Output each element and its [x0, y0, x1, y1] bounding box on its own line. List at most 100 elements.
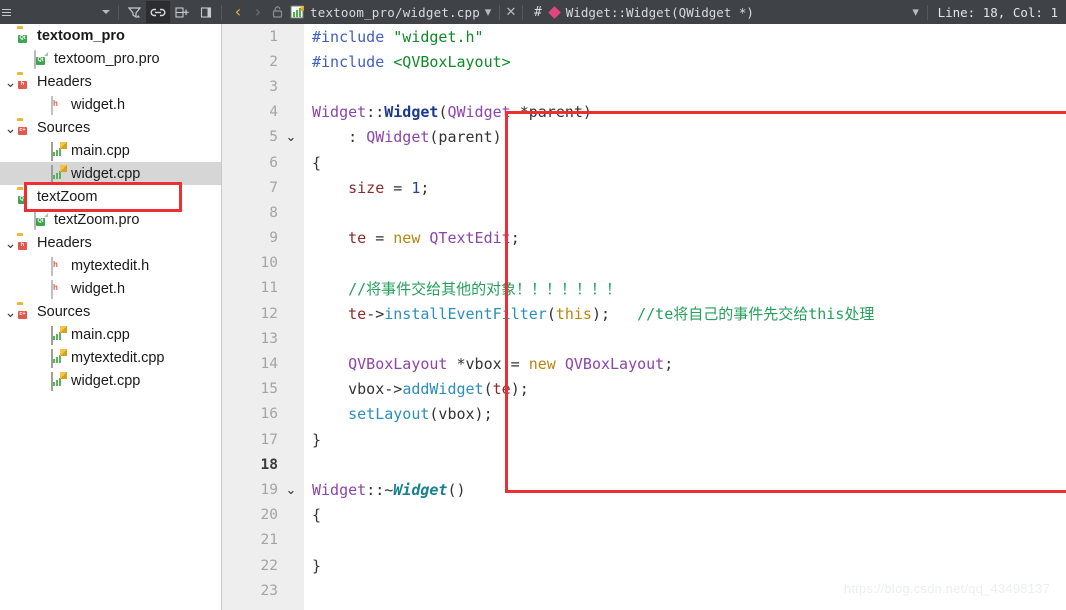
toolbar-divider-3: [498, 4, 500, 20]
tree-item[interactable]: main.cpp: [0, 139, 221, 162]
toolbar-divider-4: [521, 4, 523, 20]
code-line[interactable]: 17}: [222, 427, 1066, 452]
code-line[interactable]: 9 te = new QTextEdit;: [222, 226, 1066, 251]
tree-item-label: textZoom: [37, 188, 98, 205]
line-number: 17: [260, 431, 278, 448]
code-line[interactable]: 4 Widget::Widget(QWidget *parent): [222, 100, 1066, 125]
code-line[interactable]: 15 vbox->addWidget(te);: [222, 377, 1066, 402]
h-file-icon: h: [51, 96, 66, 115]
chevron-right-icon[interactable]: ›: [248, 0, 268, 24]
tree-item[interactable]: Qt textZoom.pro: [0, 208, 221, 231]
split-add-icon[interactable]: [170, 1, 194, 23]
tree-item-selected[interactable]: widget.cpp: [0, 162, 221, 185]
code-line[interactable]: 1 #include "widget.h": [222, 24, 1066, 49]
code-line[interactable]: 14 QVBoxLayout *vbox = new QVBoxLayout;: [222, 351, 1066, 376]
tree-item[interactable]: h mytextedit.h: [0, 254, 221, 277]
tree-item[interactable]: Qt textoom_pro: [0, 24, 221, 47]
code-text: te->installEventFilter(this); //te将自己的事件…: [348, 305, 875, 324]
line-number: 22: [260, 557, 278, 574]
code-line[interactable]: 10: [222, 251, 1066, 276]
tree-item[interactable]: mytextedit.cpp: [0, 346, 221, 369]
line-number: 4: [269, 104, 278, 121]
hamburger-icon[interactable]: [0, 0, 14, 24]
code-line[interactable]: 21: [222, 528, 1066, 553]
code-line[interactable]: 6{: [222, 150, 1066, 175]
code-text: //将事件交给其他的对象！！！！！！！: [312, 279, 622, 298]
toolbar-divider: [118, 4, 119, 20]
tree-item-label: widget.cpp: [71, 165, 141, 182]
line-number: 13: [260, 330, 278, 347]
tree-item[interactable]: ⌄ h Headers: [0, 70, 221, 93]
tree-item[interactable]: Qt textoom_pro.pro: [0, 47, 221, 70]
chevron-down-icon[interactable]: ⌄: [4, 231, 17, 254]
close-panel-icon[interactable]: [194, 1, 218, 23]
code-line[interactable]: 18: [222, 452, 1066, 477]
tree-item[interactable]: ⌄ c+ Sources: [0, 300, 221, 323]
fold-chevron-down-icon[interactable]: ⌄: [278, 483, 304, 496]
code-editor[interactable]: 1 #include "widget.h" 2 #include <QVBoxLayo…: [222, 24, 1066, 610]
line-number: 10: [260, 255, 278, 272]
code-line[interactable]: 5 ⌄ : QWidget(parent): [222, 125, 1066, 150]
code-line[interactable]: 8: [222, 200, 1066, 225]
code-line[interactable]: 7 size = 1;: [222, 175, 1066, 200]
line-number: 14: [260, 356, 278, 373]
chevron-down-icon[interactable]: ⌄: [4, 116, 17, 139]
line-number: 11: [260, 280, 278, 297]
tree-item-label: Headers: [37, 234, 92, 251]
unlocked-icon[interactable]: [268, 0, 288, 24]
tree-item[interactable]: main.cpp: [0, 323, 221, 346]
line-number: 12: [260, 305, 278, 322]
code-line[interactable]: 13: [222, 326, 1066, 351]
code-line[interactable]: 2 #include <QVBoxLayout>: [222, 49, 1066, 74]
symbol-chevron-down-icon[interactable]: ▾: [908, 0, 924, 24]
code-line[interactable]: 12 te->installEventFilter(this); //te将自己…: [222, 301, 1066, 326]
code-line[interactable]: 22}: [222, 553, 1066, 578]
tree-item-label: Sources: [37, 303, 91, 320]
code-text: size = 1;: [348, 178, 430, 197]
chevron-left-icon[interactable]: ‹: [228, 0, 248, 24]
cpp-file-icon: [290, 5, 305, 20]
qt-project-folder-icon: Qt: [18, 196, 27, 204]
close-icon[interactable]: ✕: [503, 0, 519, 24]
chevron-down-icon[interactable]: [97, 0, 115, 24]
tree-item-label: main.cpp: [71, 326, 130, 343]
code-text: {: [312, 153, 322, 172]
tree-item-label: mytextedit.cpp: [71, 349, 165, 366]
tree-item[interactable]: Qt textZoom: [0, 185, 221, 208]
tree-item[interactable]: h widget.h: [0, 93, 221, 116]
fold-chevron-down-icon[interactable]: ⌄: [278, 130, 304, 143]
cursor-position-label: Line: 18, Col: 1: [937, 4, 1058, 20]
cpp-file-icon: [51, 326, 67, 345]
code-text: Widget::Widget(QWidget *parent): [312, 103, 592, 122]
line-number: 9: [269, 230, 278, 247]
code-line[interactable]: 20 {: [222, 503, 1066, 528]
code-lines[interactable]: 1 #include "widget.h" 2 #include <QVBoxLayo…: [222, 24, 1066, 610]
file-chevron-down-icon[interactable]: ▾: [480, 0, 496, 24]
code-line[interactable]: 3: [222, 74, 1066, 99]
tree-item[interactable]: ⌄ c+ Sources: [0, 116, 221, 139]
symbol-label: Widget::Widget(QWidget *): [565, 4, 754, 20]
link-sync-icon[interactable]: [146, 1, 170, 23]
tree-item[interactable]: widget.cpp: [0, 369, 221, 392]
code-line[interactable]: 11 //将事件交给其他的对象！！！！！！！: [222, 276, 1066, 301]
tree-item[interactable]: ⌄ h Headers: [0, 231, 221, 254]
code-text: vbox->addWidget(te);: [312, 380, 529, 399]
tree-item[interactable]: h widget.h: [0, 277, 221, 300]
line-number: 15: [260, 381, 278, 398]
filter-icon[interactable]: [122, 1, 146, 23]
project-tree-sidebar[interactable]: Qt textoom_pro Qt textoom_pro.pro ⌄ h Headers h…: [0, 24, 222, 610]
editor-toolbar: ‹ › textoom_pro/widget.cpp ▾ ✕ # Widget:…: [225, 0, 1066, 24]
tree-item-label: widget.h: [71, 280, 126, 297]
method-diamond-icon: [547, 5, 561, 19]
code-line[interactable]: 16 setLayout(vbox);: [222, 402, 1066, 427]
code-line[interactable]: 19 ⌄ Widget::~Widget(): [222, 477, 1066, 502]
chevron-down-icon[interactable]: ⌄: [4, 70, 17, 93]
code-text: }: [312, 556, 322, 575]
chevron-down-icon[interactable]: ⌄: [4, 300, 17, 323]
